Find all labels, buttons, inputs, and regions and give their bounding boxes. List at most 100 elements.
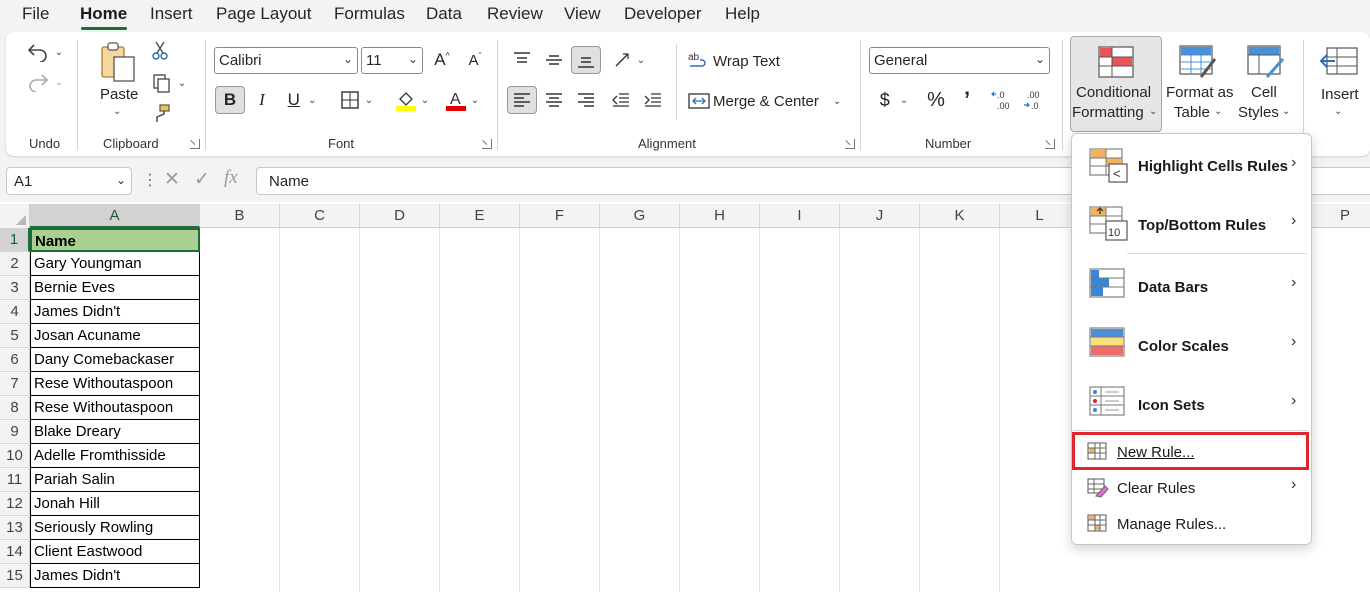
- color-scales-item[interactable]: Color Scales: [1138, 338, 1229, 355]
- table-cell[interactable]: Adelle Fromthisside: [30, 444, 200, 468]
- bold-button[interactable]: B: [215, 86, 245, 114]
- decrease-decimal-button[interactable]: .00.0: [1020, 86, 1050, 114]
- orientation-button[interactable]: ⌄: [607, 46, 651, 74]
- header-cell[interactable]: Name: [30, 228, 200, 252]
- format-painter-button[interactable]: [150, 102, 172, 124]
- row-header[interactable]: 11: [0, 468, 30, 492]
- table-cell[interactable]: Rese Withoutaspoon: [30, 396, 200, 420]
- row-header[interactable]: 2: [0, 252, 30, 276]
- row-header[interactable]: 8: [0, 396, 30, 420]
- column-header-j[interactable]: J: [840, 204, 920, 228]
- name-box[interactable]: A1 ⌄: [6, 167, 132, 195]
- column-header-h[interactable]: H: [680, 204, 760, 228]
- increase-decimal-button[interactable]: .0.00: [988, 86, 1018, 114]
- table-cell[interactable]: James Didn't: [30, 564, 200, 588]
- align-center-button[interactable]: [539, 86, 569, 114]
- data-bars-item[interactable]: Data Bars: [1138, 279, 1208, 296]
- tab-file[interactable]: File: [22, 4, 49, 24]
- row-header[interactable]: 12: [0, 492, 30, 516]
- row-header[interactable]: 1: [0, 228, 30, 252]
- cancel-icon[interactable]: ✕: [164, 168, 180, 191]
- tab-view[interactable]: View: [564, 4, 601, 24]
- column-header-d[interactable]: D: [360, 204, 440, 228]
- alignment-launcher-icon[interactable]: [845, 139, 855, 149]
- tab-home[interactable]: Home: [80, 4, 127, 24]
- top-bottom-rules-item[interactable]: Top/Bottom Rules: [1138, 217, 1266, 234]
- bottom-align-button[interactable]: [571, 46, 601, 74]
- manage-rules-item[interactable]: Manage Rules...: [1117, 516, 1226, 533]
- font-size-select[interactable]: 11 ⌄: [361, 47, 423, 74]
- increase-indent-button[interactable]: [638, 86, 668, 114]
- table-cell[interactable]: Gary Youngman: [30, 252, 200, 276]
- percent-button[interactable]: %: [921, 86, 951, 114]
- column-header-a[interactable]: A: [30, 204, 200, 228]
- select-all-button[interactable]: [0, 204, 30, 228]
- row-header[interactable]: 9: [0, 420, 30, 444]
- decrease-font-size-button[interactable]: Aˇ: [460, 46, 490, 74]
- borders-button[interactable]: ⌄: [335, 86, 379, 114]
- number-format-select[interactable]: General ⌄: [869, 47, 1050, 74]
- column-header-f[interactable]: F: [520, 204, 600, 228]
- column-header-g[interactable]: G: [600, 204, 680, 228]
- tab-review[interactable]: Review: [487, 4, 543, 24]
- column-header-p[interactable]: P: [1320, 204, 1370, 228]
- enter-icon[interactable]: ✓: [194, 168, 210, 191]
- row-header[interactable]: 5: [0, 324, 30, 348]
- paste-dropdown-icon[interactable]: ⌄: [113, 106, 121, 117]
- wrap-text-button[interactable]: ab Wrap Text: [688, 48, 800, 74]
- font-color-button[interactable]: A ⌄: [440, 86, 484, 114]
- table-cell[interactable]: Jonah Hill: [30, 492, 200, 516]
- tab-page-layout[interactable]: Page Layout: [216, 4, 311, 24]
- table-cell[interactable]: Bernie Eves: [30, 276, 200, 300]
- font-family-select[interactable]: Calibri ⌄: [214, 47, 358, 74]
- column-header-c[interactable]: C: [280, 204, 360, 228]
- middle-align-button[interactable]: [539, 46, 569, 74]
- align-right-button[interactable]: [571, 86, 601, 114]
- table-cell[interactable]: Client Eastwood: [30, 540, 200, 564]
- column-header-l[interactable]: L: [1000, 204, 1080, 228]
- column-header-b[interactable]: B: [200, 204, 280, 228]
- row-header[interactable]: 3: [0, 276, 30, 300]
- column-header-k[interactable]: K: [920, 204, 1000, 228]
- increase-font-size-button[interactable]: A^: [427, 46, 457, 74]
- font-launcher-icon[interactable]: [482, 139, 492, 149]
- cell-styles-button[interactable]: [1236, 40, 1296, 130]
- undo-button[interactable]: ⌄: [22, 40, 68, 64]
- currency-button[interactable]: $ ⌄: [872, 86, 916, 114]
- row-header[interactable]: 10: [0, 444, 30, 468]
- table-cell[interactable]: Blake Dreary: [30, 420, 200, 444]
- highlight-cells-rules-item[interactable]: Highlight Cells Rules: [1138, 158, 1288, 175]
- row-header[interactable]: 14: [0, 540, 30, 564]
- clipboard-launcher-icon[interactable]: [190, 139, 200, 149]
- copy-button[interactable]: ⌄: [148, 72, 190, 94]
- tab-help[interactable]: Help: [725, 4, 760, 24]
- row-header[interactable]: 15: [0, 564, 30, 588]
- table-cell[interactable]: Dany Comebackaser: [30, 348, 200, 372]
- tab-developer[interactable]: Developer: [624, 4, 702, 24]
- tab-data[interactable]: Data: [426, 4, 462, 24]
- tab-formulas[interactable]: Formulas: [334, 4, 405, 24]
- number-launcher-icon[interactable]: [1045, 139, 1055, 149]
- redo-button[interactable]: ⌄: [22, 70, 68, 94]
- table-cell[interactable]: Rese Withoutaspoon: [30, 372, 200, 396]
- tab-insert[interactable]: Insert: [150, 4, 193, 24]
- fill-color-button[interactable]: ⌄: [390, 86, 434, 114]
- cut-button[interactable]: [150, 40, 170, 62]
- row-header[interactable]: 7: [0, 372, 30, 396]
- merge-center-button[interactable]: Merge & Center ⌄: [688, 88, 848, 114]
- format-as-table-button[interactable]: [1164, 40, 1234, 130]
- row-header[interactable]: 6: [0, 348, 30, 372]
- column-header-e[interactable]: E: [440, 204, 520, 228]
- row-header[interactable]: 13: [0, 516, 30, 540]
- paste-button[interactable]: [96, 40, 140, 84]
- top-align-button[interactable]: [507, 46, 537, 74]
- table-cell[interactable]: Seriously Rowling: [30, 516, 200, 540]
- clear-rules-item[interactable]: Clear Rules: [1117, 480, 1195, 497]
- table-cell[interactable]: James Didn't: [30, 300, 200, 324]
- icon-sets-item[interactable]: Icon Sets: [1138, 397, 1205, 414]
- comma-button[interactable]: ’: [952, 86, 982, 114]
- italic-button[interactable]: I: [247, 86, 277, 114]
- row-header[interactable]: 4: [0, 300, 30, 324]
- decrease-indent-button[interactable]: [606, 86, 636, 114]
- insert-function-icon[interactable]: fx: [224, 167, 238, 189]
